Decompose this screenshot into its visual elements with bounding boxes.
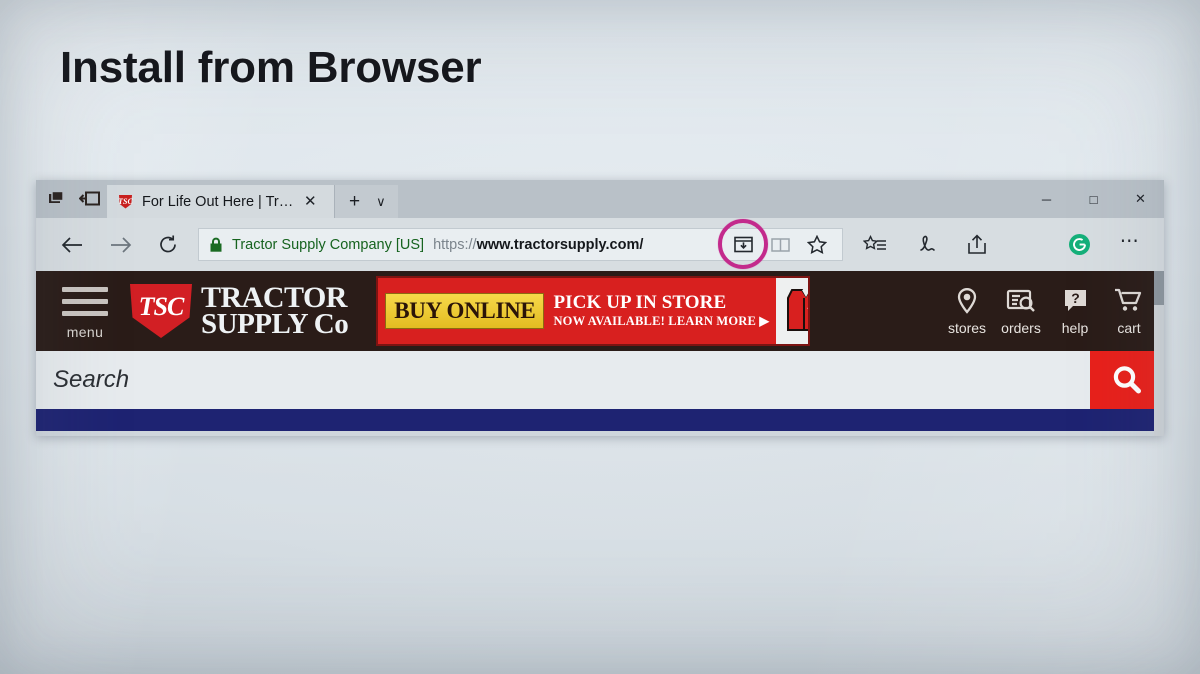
tabs-aside-buttons	[36, 180, 107, 218]
tsc-shield-icon: TSC	[130, 283, 192, 338]
set-tabs-aside-icon[interactable]	[46, 190, 66, 208]
browser-toolbar: ⋯	[851, 223, 1154, 267]
address-bar-row: Tractor Supply Company [US] https:// www…	[36, 218, 1164, 271]
nav-label-stores: stores	[947, 319, 987, 336]
svg-text:?: ?	[1071, 290, 1080, 306]
banner-content: BUY ONLINE PICK UP IN STORE NOW AVAILABL…	[378, 278, 776, 344]
url-scheme: https://	[433, 236, 477, 253]
site-logo[interactable]: TSC TRACTOR SUPPLY Co	[130, 280, 349, 341]
highlight-annotation-circle	[718, 219, 768, 269]
site-identity-label: Tractor Supply Company [US]	[232, 236, 425, 253]
map-pin-icon	[957, 287, 977, 314]
install-app-button[interactable]	[718, 219, 768, 269]
maximize-button[interactable]: □	[1070, 180, 1117, 218]
menu-label: menu	[66, 323, 104, 340]
shopping-cart-icon	[1115, 288, 1142, 311]
reading-view-icon[interactable]	[763, 230, 797, 259]
nav-item-stores[interactable]: stores	[942, 287, 992, 336]
red-vest-with-cursor-icon	[776, 278, 809, 344]
nav-label-help: help	[1061, 319, 1089, 336]
forward-button[interactable]	[96, 223, 144, 267]
order-lookup-icon	[1006, 289, 1035, 312]
url-host: www.tractorsupply.com/	[476, 236, 644, 253]
tab-title: For Life Out Here | Tract	[142, 193, 294, 210]
address-input[interactable]: Tractor Supply Company [US] https:// www…	[198, 219, 843, 269]
browser-window: TSC For Life Out Here | Tract ✕ + ∨ ─ □ …	[36, 180, 1164, 436]
banner-buy-online-badge: BUY ONLINE	[385, 293, 545, 329]
new-tab-button[interactable]: +	[349, 192, 360, 211]
svg-text:TSC: TSC	[118, 197, 133, 206]
back-button[interactable]	[48, 223, 96, 267]
logo-line-1: TRACTOR	[201, 280, 347, 314]
site-search-row: Search	[36, 351, 1164, 409]
banner-headline: PICK UP IN STORE	[553, 292, 727, 314]
search-magnifier-icon	[1113, 366, 1141, 394]
hamburger-icon	[62, 286, 108, 316]
refresh-button[interactable]	[144, 223, 192, 267]
tab-close-icon[interactable]: ✕	[304, 194, 317, 209]
nav-label-cart: cart	[1117, 319, 1141, 336]
new-tab-zone: + ∨	[334, 185, 398, 218]
window-controls: ─ □ ✕	[1023, 180, 1164, 218]
tabs-you-set-aside-icon[interactable]	[79, 190, 101, 208]
more-dots-label: ⋯	[1119, 230, 1141, 252]
web-note-pen-icon[interactable]	[902, 223, 950, 267]
site-header: menu TSC TRACTOR SUPPLY Co BUY ONLINE PI…	[36, 271, 1164, 351]
banner-text: PICK UP IN STORE NOW AVAILABLE! LEARN MO…	[553, 293, 769, 328]
address-bar-icons	[718, 219, 836, 269]
help-question-bubble-icon: ?	[1064, 289, 1086, 311]
shield-text: TSC	[138, 291, 185, 321]
favorites-list-icon[interactable]	[851, 223, 899, 267]
site-promo-bar	[36, 409, 1164, 431]
nav-item-cart[interactable]: cart	[1104, 287, 1154, 336]
toolbar-gap-spacer	[1004, 223, 1052, 267]
browser-tab[interactable]: TSC For Life Out Here | Tract ✕	[107, 185, 334, 218]
page-title: Install from Browser	[60, 43, 482, 92]
search-input[interactable]: Search	[36, 351, 1090, 409]
tab-strip: TSC For Life Out Here | Tract ✕ + ∨ ─ □ …	[36, 180, 1164, 218]
more-settings-button[interactable]: ⋯	[1106, 223, 1154, 267]
logo-wordmark: TRACTOR SUPPLY Co	[201, 280, 349, 341]
tsc-shield-favicon: TSC	[117, 193, 134, 210]
promo-banner[interactable]: BUY ONLINE PICK UP IN STORE NOW AVAILABL…	[376, 276, 811, 346]
grammarly-extension-icon[interactable]	[1055, 223, 1103, 267]
search-placeholder: Search	[53, 366, 130, 393]
close-button[interactable]: ✕	[1117, 180, 1164, 218]
nav-item-orders[interactable]: orders	[996, 287, 1046, 336]
site-nav: stores orders ? help cart	[942, 287, 1164, 336]
menu-button[interactable]: menu	[48, 283, 122, 340]
logo-line-2: SUPPLY Co	[201, 308, 349, 341]
favorite-star-icon[interactable]	[800, 230, 834, 259]
page-scrollbar-thumb[interactable]	[1154, 271, 1164, 305]
share-icon[interactable]	[953, 223, 1001, 267]
lock-icon	[209, 237, 223, 253]
chevron-down-icon[interactable]: ∨	[376, 194, 386, 210]
nav-item-help[interactable]: ? help	[1050, 287, 1100, 336]
search-button[interactable]	[1090, 351, 1164, 409]
banner-subline: NOW AVAILABLE! LEARN MORE ▶	[553, 314, 770, 329]
minimize-button[interactable]: ─	[1023, 180, 1070, 218]
nav-label-orders: orders	[1001, 319, 1041, 336]
